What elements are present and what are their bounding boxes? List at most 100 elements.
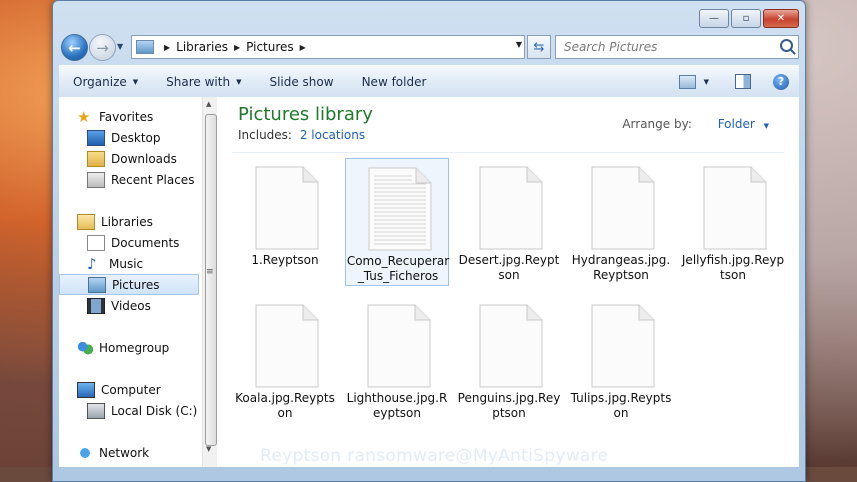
file-item[interactable]: Desert.jpg.Reyptson: [457, 158, 561, 286]
navigation-bar: ← → ▼ ▶ Libraries ▶ Pictures ▶ ▼ ⇆: [59, 33, 799, 61]
pictures-library-icon: [136, 40, 154, 54]
nav-item-network[interactable]: Network: [59, 442, 199, 463]
scroll-grip-icon: ≡: [206, 267, 214, 277]
file-name: Koala.jpg.Reyptson: [235, 391, 335, 420]
documents-icon: [87, 234, 105, 251]
nav-item-label: Libraries: [101, 214, 153, 229]
music-icon: ♪: [87, 254, 97, 273]
blank-file-icon: [479, 304, 543, 388]
chevron-down-icon[interactable]: ▼: [704, 78, 709, 86]
breadcrumb-libraries[interactable]: Libraries: [176, 40, 228, 54]
nav-pane-scrollbar[interactable]: ▲ ≡ ▼: [202, 97, 217, 467]
slide-show-button[interactable]: Slide show: [255, 66, 347, 97]
search-box[interactable]: [555, 35, 799, 59]
file-item[interactable]: Penguins.jpg.Reyptson: [457, 296, 561, 424]
preview-pane-icon[interactable]: [735, 74, 751, 89]
nav-item-local-disk-c[interactable]: Local Disk (C:): [59, 400, 199, 421]
address-bar[interactable]: ▶ Libraries ▶ Pictures ▶ ▼: [131, 35, 525, 59]
nav-item-pictures[interactable]: Pictures: [59, 274, 199, 295]
file-item[interactable]: Tulips.jpg.Reyptson: [569, 296, 673, 424]
file-item[interactable]: 1.Reyptson: [233, 158, 337, 286]
chevron-down-icon: ▼: [132, 77, 139, 86]
breadcrumb: ▶ Libraries ▶ Pictures ▶: [158, 40, 312, 54]
nav-item-label: Downloads: [111, 151, 177, 166]
file-name: Tulips.jpg.Reyptson: [570, 391, 672, 420]
breadcrumb-pictures[interactable]: Pictures: [246, 40, 294, 54]
minimize-button[interactable]: —: [699, 9, 729, 28]
downloads-folder-icon: [87, 150, 105, 167]
file-name: Hydrangeas.jpg.Reyptson: [571, 253, 671, 282]
forward-arrow-icon: →: [96, 38, 109, 57]
videos-icon: [87, 297, 105, 314]
file-name: 1.Reyptson: [251, 253, 319, 267]
scrollbar-thumb[interactable]: [205, 114, 217, 446]
forward-button[interactable]: →: [89, 34, 116, 61]
share-with-label: Share with: [166, 74, 231, 89]
maximize-button[interactable]: ▫: [731, 9, 761, 28]
file-item[interactable]: Como_Recuperar_Tus_Ficheros: [345, 158, 449, 286]
nav-item-label: Network: [99, 445, 150, 460]
chevron-down-icon: ▼: [236, 77, 242, 86]
libraries-icon: [77, 213, 95, 230]
arrange-by: Arrange by: Folder ▼: [622, 117, 769, 131]
scroll-up-icon[interactable]: ▲: [206, 100, 211, 108]
homegroup-icon: [77, 340, 93, 355]
nav-item-label: Computer: [101, 382, 161, 397]
file-name: Lighthouse.jpg.Reyptson: [346, 391, 448, 420]
help-icon[interactable]: ?: [773, 73, 789, 90]
page-title: Pictures library: [238, 104, 373, 125]
recent-pages-dropdown[interactable]: ▼: [117, 42, 123, 51]
nav-item-label: Documents: [111, 235, 180, 250]
arrange-by-dropdown[interactable]: Folder: [718, 117, 755, 131]
nav-item-documents[interactable]: Documents: [59, 232, 199, 253]
file-item[interactable]: Hydrangeas.jpg.Reyptson: [569, 158, 673, 286]
new-folder-button[interactable]: New folder: [348, 66, 441, 97]
blank-file-icon: [479, 166, 543, 250]
locations-link[interactable]: 2 locations: [300, 128, 365, 142]
blank-file-icon: [367, 304, 431, 388]
back-button[interactable]: ←: [61, 34, 88, 61]
file-list-pane: Pictures library Includes: 2 locations A…: [217, 97, 799, 467]
nav-item-label: Pictures: [112, 277, 160, 292]
command-toolbar: Organize ▼ Share with ▼ Slide show New f…: [59, 65, 799, 98]
file-name: Jellyfish.jpg.Reyptson: [681, 253, 785, 282]
nav-item-label: Music: [109, 256, 144, 271]
chevron-down-icon: ▼: [117, 42, 124, 51]
nav-item-homegroup[interactable]: Homegroup: [59, 337, 199, 358]
close-button[interactable]: ✕: [763, 9, 799, 28]
refresh-button[interactable]: ⇆: [527, 35, 551, 59]
nav-item-music[interactable]: ♪ Music: [59, 253, 199, 274]
change-view-icon[interactable]: [678, 74, 696, 89]
share-with-button[interactable]: Share with ▼: [152, 66, 255, 97]
breadcrumb-separator-icon[interactable]: ▶: [234, 43, 240, 52]
nav-item-libraries[interactable]: Libraries: [59, 211, 199, 232]
blank-file-icon: [703, 166, 767, 250]
file-item[interactable]: Jellyfish.jpg.Reyptson: [681, 158, 785, 286]
blank-file-icon: [591, 304, 655, 388]
nav-item-computer[interactable]: Computer: [59, 379, 199, 400]
recent-places-icon: [87, 171, 105, 188]
network-icon: [77, 445, 93, 460]
chevron-down-icon[interactable]: ▼: [764, 122, 769, 130]
nav-item-videos[interactable]: Videos: [59, 295, 199, 316]
address-dropdown-icon[interactable]: ▼: [516, 40, 522, 49]
file-name: Desert.jpg.Reyptson: [458, 253, 560, 282]
nav-item-desktop[interactable]: Desktop: [59, 127, 199, 148]
nav-item-recent-places[interactable]: Recent Places: [59, 169, 199, 190]
breadcrumb-separator-icon[interactable]: ▶: [300, 43, 306, 52]
includes-label: Includes:: [238, 128, 292, 142]
nav-item-favorites[interactable]: ★ Favorites: [59, 106, 199, 127]
library-includes: Includes: 2 locations: [238, 128, 365, 142]
back-arrow-icon: ←: [68, 38, 81, 57]
file-item[interactable]: Koala.jpg.Reyptson: [233, 296, 337, 424]
file-name: Como_Recuperar_Tus_Ficheros: [346, 254, 450, 283]
organize-button[interactable]: Organize ▼: [59, 66, 152, 97]
file-item[interactable]: Lighthouse.jpg.Reyptson: [345, 296, 449, 424]
search-icon[interactable]: [780, 39, 793, 52]
search-input[interactable]: [562, 36, 766, 58]
breadcrumb-separator-icon[interactable]: ▶: [164, 43, 170, 52]
blank-file-icon: [591, 166, 655, 250]
header-divider: [232, 152, 784, 153]
scroll-down-icon[interactable]: ▼: [206, 445, 211, 453]
nav-item-downloads[interactable]: Downloads: [59, 148, 199, 169]
